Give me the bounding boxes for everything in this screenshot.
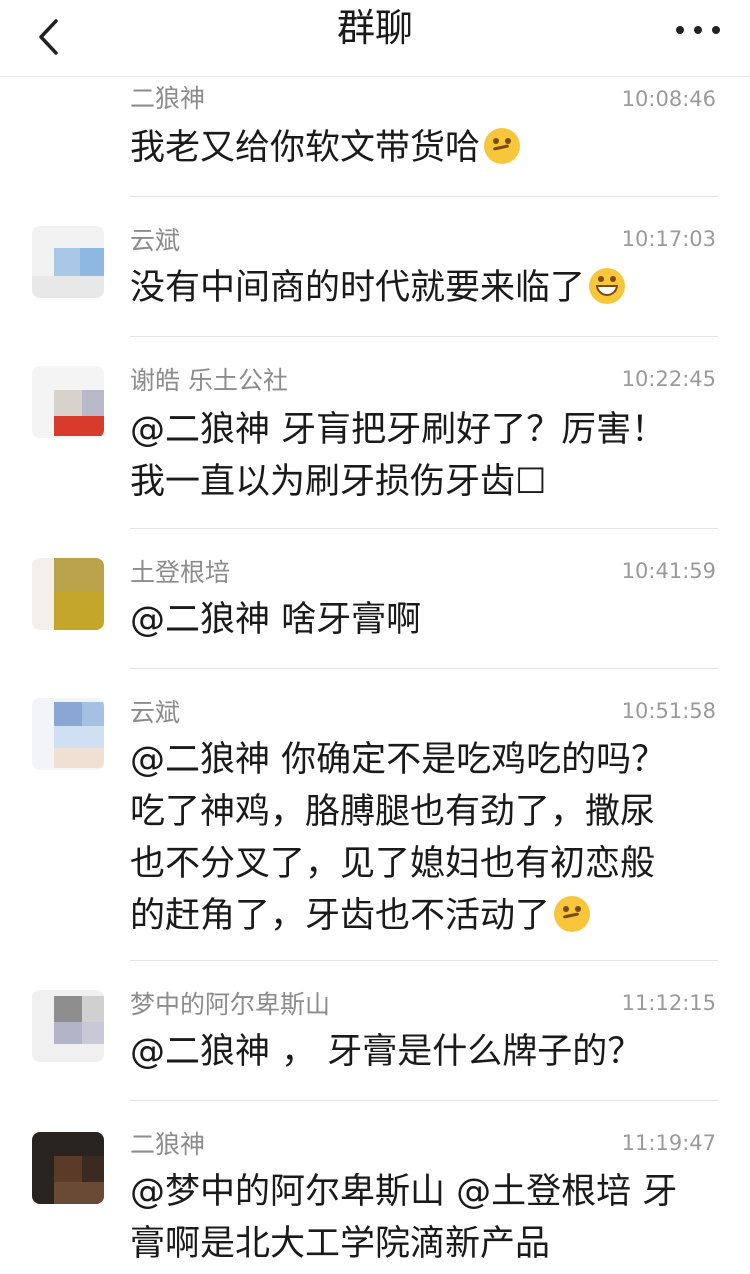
message-text[interactable]: @二狼神 你确定不是吃鸡吃的吗？ 吃了神鸡，胳膊腿也有劲了，撒尿 也不分叉了，见…	[130, 734, 710, 942]
avatar[interactable]	[32, 990, 104, 1062]
message-text[interactable]: @梦中的阿尔卑斯山 @土登根培 牙 膏啊是北大工学院滴新产品	[130, 1166, 710, 1270]
more-button[interactable]	[676, 12, 720, 48]
avatar[interactable]	[32, 698, 104, 770]
page-title: 群聊	[336, 6, 413, 50]
message-divider	[130, 528, 718, 529]
grin-emoji-icon	[589, 268, 626, 304]
message-divider	[130, 960, 718, 961]
message-text[interactable]: 我老又给你软文带货哈	[130, 122, 710, 174]
more-dot	[676, 26, 684, 34]
sender-name[interactable]: 云斌	[130, 698, 180, 728]
message-text[interactable]: 没有中间商的时代就要来临了	[130, 262, 710, 314]
message-text[interactable]: @二狼神 啥牙膏啊	[130, 594, 710, 646]
message-divider	[130, 1100, 718, 1101]
thinking-emoji-icon	[484, 128, 521, 164]
message-time: 10:41:59	[621, 559, 716, 583]
nav-bar: 群聊	[0, 0, 750, 77]
sender-name[interactable]: 谢皓 乐土公社	[130, 366, 288, 396]
sender-name[interactable]: 二狼神	[130, 84, 205, 114]
message-time: 10:08:46	[621, 87, 716, 111]
message-time: 10:17:03	[621, 227, 716, 251]
message-text[interactable]: @二狼神 ， 牙膏是什么牌子的？	[130, 1026, 710, 1078]
message-time: 10:51:58	[621, 699, 716, 723]
avatar[interactable]	[32, 558, 104, 630]
avatar[interactable]	[32, 226, 104, 298]
message-time: 11:19:47	[621, 1131, 716, 1155]
message-text[interactable]: @二狼神 牙肓把牙刷好了？厉害！ 我一直以为刷牙损伤牙齿☐	[130, 404, 710, 508]
sender-name[interactable]: 云斌	[130, 226, 180, 256]
message-divider	[130, 668, 718, 669]
more-dot	[712, 26, 720, 34]
sender-name[interactable]: 土登根培	[130, 558, 230, 588]
message-divider	[130, 336, 718, 337]
more-dot	[694, 26, 702, 34]
sender-name[interactable]: 二狼神	[130, 1130, 205, 1160]
avatar[interactable]	[32, 366, 104, 438]
sender-name[interactable]: 梦中的阿尔卑斯山	[130, 990, 330, 1020]
avatar[interactable]	[32, 1132, 104, 1204]
thinking-emoji-icon	[554, 896, 591, 932]
message-time: 10:22:45	[621, 367, 716, 391]
message-divider	[130, 196, 718, 197]
message-time: 11:12:15	[621, 991, 716, 1015]
